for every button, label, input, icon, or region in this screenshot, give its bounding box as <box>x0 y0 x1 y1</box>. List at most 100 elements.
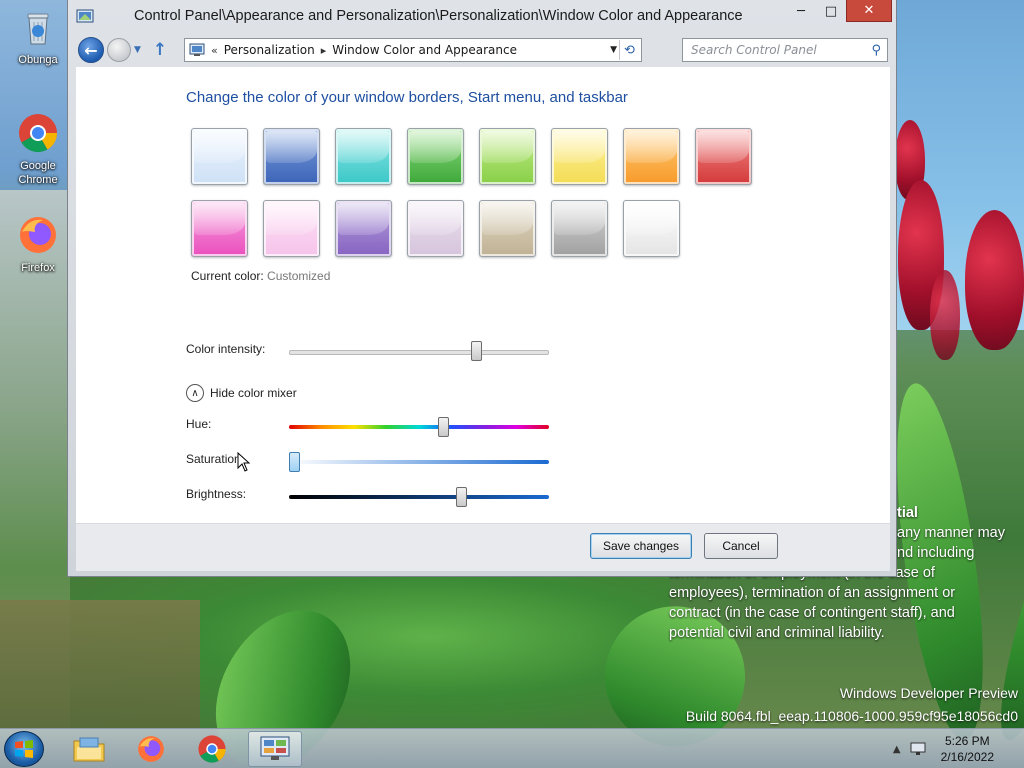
cancel-button[interactable]: Cancel <box>704 533 778 559</box>
color-swatch-frost[interactable] <box>623 200 680 257</box>
forward-button[interactable] <box>107 38 131 62</box>
background-text-line: tial <box>897 505 918 521</box>
breadcrumb-window-color[interactable]: Window Color and Appearance <box>332 43 517 57</box>
desktop-icon-firefox[interactable]: Firefox <box>6 214 70 275</box>
chrome-icon <box>19 114 58 153</box>
taskbar-control-panel[interactable] <box>248 731 302 767</box>
desktop-icon-label: Firefox <box>21 262 55 274</box>
color-swatch-sea-foam[interactable] <box>335 128 392 185</box>
brightness-track[interactable] <box>289 495 549 499</box>
color-swatch-ruby[interactable] <box>695 128 752 185</box>
control-panel-window: Control Panel\Appearance and Personaliza… <box>67 0 897 577</box>
color-swatch-twilight[interactable] <box>263 128 320 185</box>
color-swatch-blush[interactable] <box>263 200 320 257</box>
folder-icon <box>73 737 105 762</box>
color-swatch-lavender[interactable] <box>407 200 464 257</box>
color-swatch-leaf[interactable] <box>407 128 464 185</box>
background-text-line: any manner may <box>897 525 1005 541</box>
color-intensity-label: Color intensity: <box>186 342 266 356</box>
hue-slider[interactable] <box>438 417 450 437</box>
mouse-cursor-icon <box>237 452 251 472</box>
chrome-icon <box>198 735 226 763</box>
color-swatch-pumpkin[interactable] <box>623 128 680 185</box>
taskbar-file-explorer[interactable] <box>62 731 116 767</box>
wallpaper-tulip <box>930 270 960 360</box>
wallpaper-soil <box>0 600 200 728</box>
desktop-icon-chrome[interactable]: Google Chrome <box>6 112 70 187</box>
dialog-footer: Save changes Cancel <box>76 523 890 571</box>
recycle-bin-icon <box>27 13 49 45</box>
wallpaper-tulip <box>965 210 1024 350</box>
taskbar-chrome[interactable] <box>185 731 239 767</box>
windows-logo-icon <box>15 740 33 758</box>
window-color-icon <box>76 9 94 23</box>
color-mixer-toggle[interactable]: ∧ Hide color mixer <box>186 384 297 402</box>
search-input[interactable]: Search Control Panel ⚲ <box>682 38 888 62</box>
color-swatch-sky[interactable] <box>191 128 248 185</box>
close-button[interactable]: ✕ <box>846 0 892 22</box>
color-swatch-fuchsia[interactable] <box>191 200 248 257</box>
address-dropdown[interactable]: ▼ <box>610 45 617 55</box>
firefox-icon <box>138 736 164 762</box>
background-text-line: contract (in the case of contingent staf… <box>669 605 955 621</box>
saturation-label: Saturation: <box>186 452 245 466</box>
watermark-line-2: Build 8064.fbl_eeap.110806-1000.959cf95e… <box>685 708 1018 724</box>
control-panel-icon <box>260 736 290 760</box>
window-title: Control Panel\Appearance and Personaliza… <box>134 8 743 24</box>
taskbar: ▲ 5:26 PM 2/16/2022 <box>0 728 1024 768</box>
clock[interactable]: 5:26 PM 2/16/2022 <box>941 733 994 765</box>
back-button[interactable]: ← <box>78 37 104 63</box>
color-mixer-toggle-label: Hide color mixer <box>210 386 297 400</box>
saturation-track[interactable] <box>289 460 549 464</box>
show-hidden-icons-icon[interactable]: ▲ <box>893 744 901 755</box>
desktop-icon-recycle-bin[interactable]: Obunga <box>6 6 70 67</box>
current-color-label: Current color: <box>191 269 264 283</box>
color-intensity-slider[interactable] <box>470 341 482 361</box>
color-intensity-track[interactable] <box>289 350 549 355</box>
hue-label: Hue: <box>186 417 212 431</box>
navigation-bar: ← ▼ ↑ « Personalization ▸ Window Color a… <box>78 36 888 64</box>
up-arrow-icon[interactable]: ↑ <box>153 40 167 60</box>
save-changes-button[interactable]: Save changes <box>590 533 692 559</box>
clock-date: 2/16/2022 <box>940 750 994 764</box>
recent-pages-dropdown[interactable]: ▼ <box>134 45 141 55</box>
desktop-icon-label: Google Chrome <box>18 160 58 186</box>
color-swatch-violet[interactable] <box>335 200 392 257</box>
maximize-button[interactable]: □ <box>816 0 846 22</box>
content-pane: Change the color of your window borders,… <box>76 67 890 523</box>
brightness-label: Brightness: <box>186 487 247 501</box>
watermark-line-1: Windows Developer Preview <box>839 685 1018 701</box>
breadcrumb-overflow[interactable]: « <box>211 44 218 57</box>
color-swatch-taupe[interactable] <box>479 200 536 257</box>
desktop-icon-label: Obunga <box>18 54 58 66</box>
page-heading: Change the color of your window borders,… <box>186 89 628 106</box>
saturation-slider[interactable] <box>289 452 300 472</box>
taskbar-firefox[interactable] <box>124 731 178 767</box>
control-panel-icon <box>189 43 205 56</box>
breadcrumb-personalization[interactable]: Personalization <box>224 43 315 57</box>
refresh-icon[interactable]: ⟲ <box>619 40 639 60</box>
color-swatch-chocolate[interactable] <box>551 200 608 257</box>
chevron-up-icon: ∧ <box>186 384 204 402</box>
network-icon[interactable] <box>909 741 927 757</box>
title-bar[interactable]: Control Panel\Appearance and Personaliza… <box>68 0 896 32</box>
brightness-slider[interactable] <box>455 487 467 507</box>
system-tray: ▲ 5:26 PM 2/16/2022 <box>887 729 1024 768</box>
background-text-line: employees), termination of an assignment… <box>669 585 956 601</box>
minimize-button[interactable]: ─ <box>786 0 816 22</box>
start-button[interactable] <box>4 731 44 767</box>
search-placeholder: Search Control Panel <box>691 43 817 57</box>
color-swatch-lime[interactable] <box>479 128 536 185</box>
address-bar[interactable]: « Personalization ▸ Window Color and App… <box>184 38 642 62</box>
firefox-icon <box>20 217 56 253</box>
arrow-left-icon: ← <box>84 40 98 60</box>
current-color: Current color: Customized <box>191 269 330 283</box>
clock-time: 5:26 PM <box>944 734 990 748</box>
background-text-line: nd including <box>897 545 975 561</box>
background-text-line: potential civil and criminal liability. <box>669 625 885 641</box>
hue-track[interactable] <box>289 425 549 429</box>
current-color-value: Customized <box>267 269 331 283</box>
color-swatch-lemon[interactable] <box>551 128 608 185</box>
breadcrumb-separator[interactable]: ▸ <box>321 44 327 57</box>
search-icon: ⚲ <box>871 42 881 58</box>
